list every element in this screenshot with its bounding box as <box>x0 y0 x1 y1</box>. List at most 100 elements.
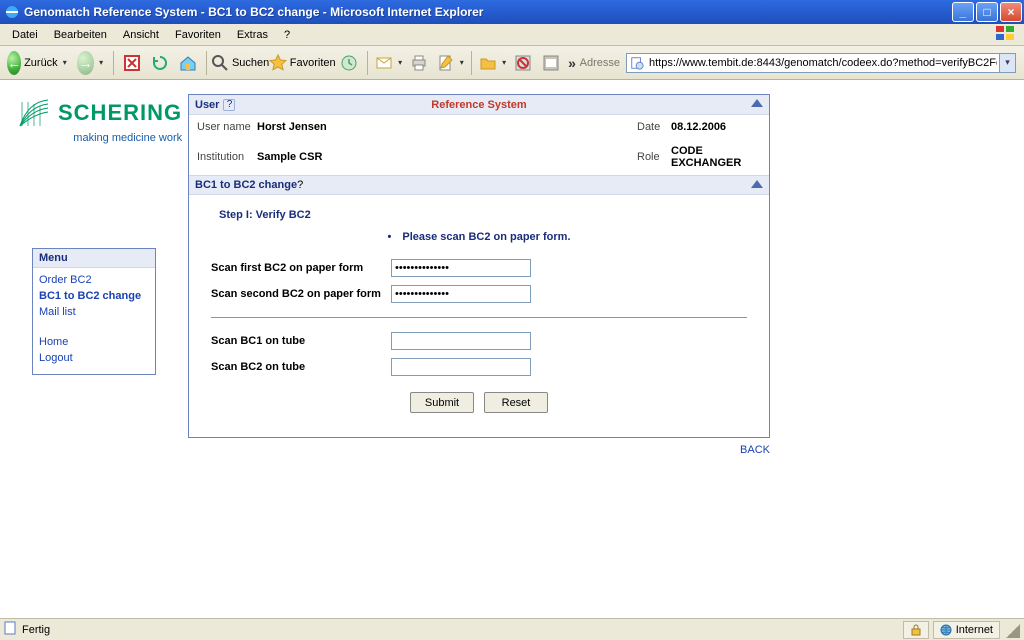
window-maximize-button[interactable]: □ <box>976 2 998 22</box>
section-title: BC1 to BC2 change <box>189 179 297 191</box>
chevron-down-icon: ▾ <box>398 58 402 67</box>
address-dropdown-button[interactable]: ▾ <box>999 54 1015 72</box>
institution-row: Institution Sample CSR Role CODE EXCHANG… <box>189 139 769 175</box>
institution-label: Institution <box>197 151 257 163</box>
search-button[interactable]: Suchen <box>212 50 269 76</box>
sidebar-menu: Menu Order BC2 BC1 to BC2 change Mail li… <box>32 248 156 375</box>
sidebar-header: Menu <box>33 249 155 268</box>
schering-logo: SCHERING making medicine work <box>18 96 182 144</box>
instruction-text: Please scan BC2 on paper form. <box>402 231 570 243</box>
sidebar-item-home[interactable]: Home <box>39 334 149 350</box>
collapse-icon[interactable] <box>751 180 763 188</box>
status-lock-cell <box>903 621 929 639</box>
window-minimize-button[interactable]: _ <box>952 2 974 22</box>
windows-flag-icon <box>990 25 1022 43</box>
folder-icon <box>479 54 497 72</box>
role-label: Role <box>637 151 671 163</box>
logo-brand-text: SCHERING <box>58 100 182 126</box>
submit-button[interactable]: Submit <box>410 392 474 413</box>
status-text: Fertig <box>22 624 50 636</box>
address-input[interactable] <box>647 54 999 72</box>
chevron-down-icon: ▾ <box>502 58 506 67</box>
panel-header-section[interactable]: BC1 to BC2 change ? <box>189 175 769 195</box>
verify-bc2-form: Step I: Verify BC2 • Please scan BC2 on … <box>189 195 769 437</box>
help-icon[interactable]: ? <box>297 179 303 191</box>
user-name-value: Horst Jensen <box>257 121 327 133</box>
resize-grip[interactable] <box>1004 622 1020 638</box>
block-icon <box>514 54 532 72</box>
browser-statusbar: Fertig Internet <box>0 618 1024 640</box>
logo-tagline: making medicine work <box>18 132 182 144</box>
user-name-label: User name <box>197 121 257 133</box>
print-button[interactable] <box>406 50 432 76</box>
chevron-down-icon: ▾ <box>460 58 464 67</box>
role-value: CODE EXCHANGER <box>671 145 761 169</box>
sidebar-item-logout[interactable]: Logout <box>39 350 149 366</box>
page-done-icon <box>4 621 18 638</box>
back-button[interactable]: ← Zurück ▾ <box>4 50 70 76</box>
ie-logo-icon <box>4 4 20 20</box>
edit-button[interactable]: ▾ <box>434 50 466 76</box>
divider <box>211 317 747 318</box>
address-bar[interactable]: ▾ <box>626 53 1016 73</box>
scan-bc2-tube-label: Scan BC2 on tube <box>211 361 391 373</box>
collapse-icon[interactable] <box>751 99 763 107</box>
scan-bc2-tube-input[interactable] <box>391 358 531 376</box>
home-button[interactable] <box>175 50 201 76</box>
window-close-button[interactable]: × <box>1000 2 1022 22</box>
history-icon <box>340 54 358 72</box>
address-label: Adresse <box>580 57 620 69</box>
menu-extras[interactable]: Extras <box>229 27 276 43</box>
refresh-icon <box>151 54 169 72</box>
user-row: User name Horst Jensen Date 08.12.2006 <box>189 115 769 139</box>
page-viewport[interactable]: SCHERING making medicine work Menu Order… <box>0 80 1024 618</box>
favorites-button[interactable]: Favoriten <box>270 50 334 76</box>
menu-bearbeiten[interactable]: Bearbeiten <box>46 27 115 43</box>
menu-ansicht[interactable]: Ansicht <box>115 27 167 43</box>
reset-button[interactable]: Reset <box>484 392 548 413</box>
mail-button[interactable]: ▾ <box>373 50 405 76</box>
help-icon[interactable]: ? <box>223 99 235 111</box>
forward-arrow-icon: → <box>77 51 94 75</box>
sidebar-item-bc1-to-bc2[interactable]: BC1 to BC2 change <box>39 288 149 304</box>
sidebar-item-mail-list[interactable]: Mail list <box>39 304 149 320</box>
scan-bc1-tube-input[interactable] <box>391 332 531 350</box>
home-icon <box>179 54 197 72</box>
browser-menubar: Datei Bearbeiten Ansicht Favoriten Extra… <box>0 24 1024 46</box>
menu-help[interactable]: ? <box>276 27 298 43</box>
forward-button[interactable]: → ▾ <box>72 50 108 76</box>
back-arrow-icon: ← <box>7 51 21 75</box>
toolbar-overflow-button[interactable]: » <box>566 55 577 71</box>
scan-bc1-tube-label: Scan BC1 on tube <box>211 335 391 347</box>
logo-mark-icon <box>18 96 52 130</box>
panel-header-user-label: User <box>189 99 219 111</box>
date-label: Date <box>637 121 671 133</box>
printer-icon <box>410 54 428 72</box>
window-titlebar: Genomatch Reference System - BC1 to BC2 … <box>0 0 1024 24</box>
browser-toolbar: ← Zurück ▾ → ▾ Suchen Favoriten ▾ ▾ ▾ » … <box>0 46 1024 80</box>
sidebar-item-order-bc2[interactable]: Order BC2 <box>39 272 149 288</box>
step-title: Step I: Verify BC2 <box>219 209 747 221</box>
scan-second-bc2-label: Scan second BC2 on paper form <box>211 288 391 300</box>
fullscreen-button[interactable] <box>538 50 564 76</box>
fullscreen-icon <box>542 54 560 72</box>
menu-datei[interactable]: Datei <box>4 27 46 43</box>
stop-button[interactable] <box>119 50 145 76</box>
chevron-down-icon: ▾ <box>99 58 103 67</box>
menu-favoriten[interactable]: Favoriten <box>167 27 229 43</box>
panel-header-user[interactable]: User ? Reference System <box>189 95 769 115</box>
status-zone-cell: Internet <box>933 621 1000 639</box>
date-value: 08.12.2006 <box>671 121 761 133</box>
bullet-icon: • <box>387 231 391 243</box>
scan-first-bc2-input[interactable] <box>391 259 531 277</box>
block-button[interactable] <box>510 50 536 76</box>
page-icon <box>627 56 647 70</box>
back-link[interactable]: BACK <box>188 444 770 456</box>
folder-button[interactable]: ▾ <box>477 50 509 76</box>
scan-second-bc2-input[interactable] <box>391 285 531 303</box>
status-zone-text: Internet <box>956 624 993 636</box>
reference-system-panel: User ? Reference System User name Horst … <box>188 94 770 438</box>
history-button[interactable] <box>336 50 362 76</box>
star-icon <box>269 54 287 72</box>
refresh-button[interactable] <box>147 50 173 76</box>
